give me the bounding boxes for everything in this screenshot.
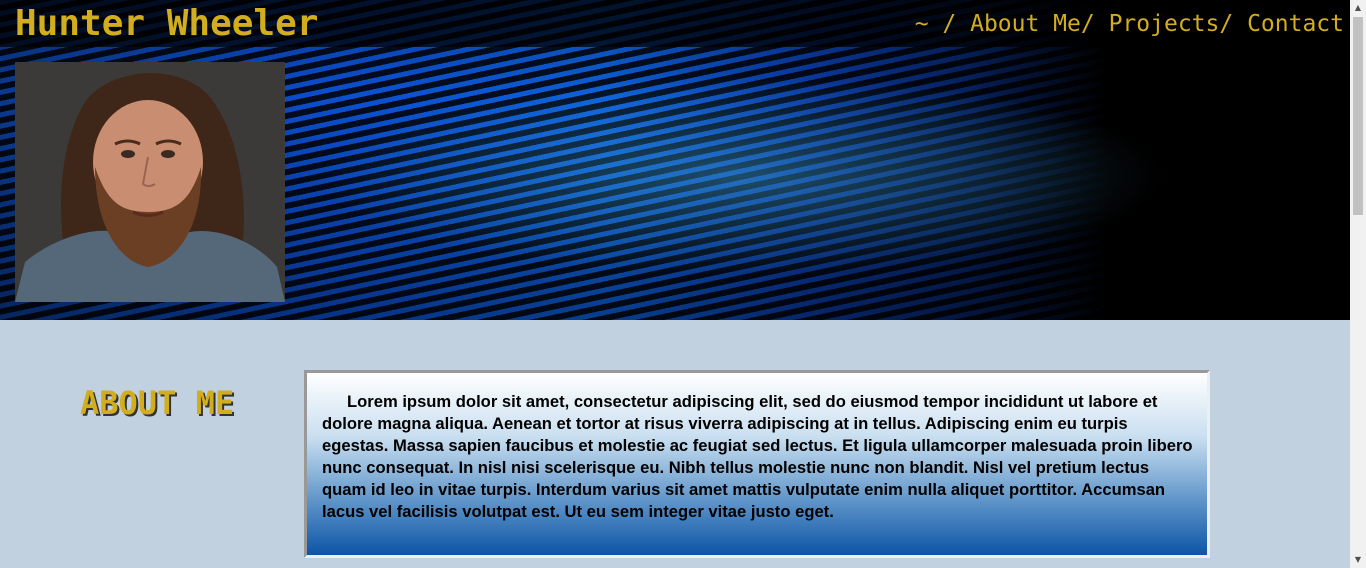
site-title[interactable]: Hunter Wheeler <box>15 2 318 46</box>
about-heading: ABOUT ME <box>80 384 235 422</box>
nav-separator: / <box>1080 11 1109 37</box>
nav-projects-link[interactable]: Projects <box>1109 9 1220 39</box>
nav-contact-link[interactable]: Contact <box>1247 9 1344 39</box>
main-nav: ~ / About Me / Projects / Contact <box>915 9 1344 39</box>
nav-separator: / <box>1219 11 1248 37</box>
about-paragraph: Lorem ipsum dolor sit amet, consectetur … <box>322 392 1193 521</box>
page-scrollbar[interactable]: ▲ ▼ <box>1350 0 1366 568</box>
nav-about-link[interactable]: About Me <box>970 9 1081 39</box>
profile-photo <box>15 62 285 302</box>
scroll-up-arrow-icon[interactable]: ▲ <box>1350 0 1366 16</box>
scroll-down-arrow-icon[interactable]: ▼ <box>1350 552 1366 568</box>
scrollbar-thumb[interactable] <box>1353 17 1363 215</box>
about-content-box: Lorem ipsum dolor sit amet, consectetur … <box>304 370 1210 558</box>
nav-home-link[interactable]: ~ / <box>915 9 970 39</box>
